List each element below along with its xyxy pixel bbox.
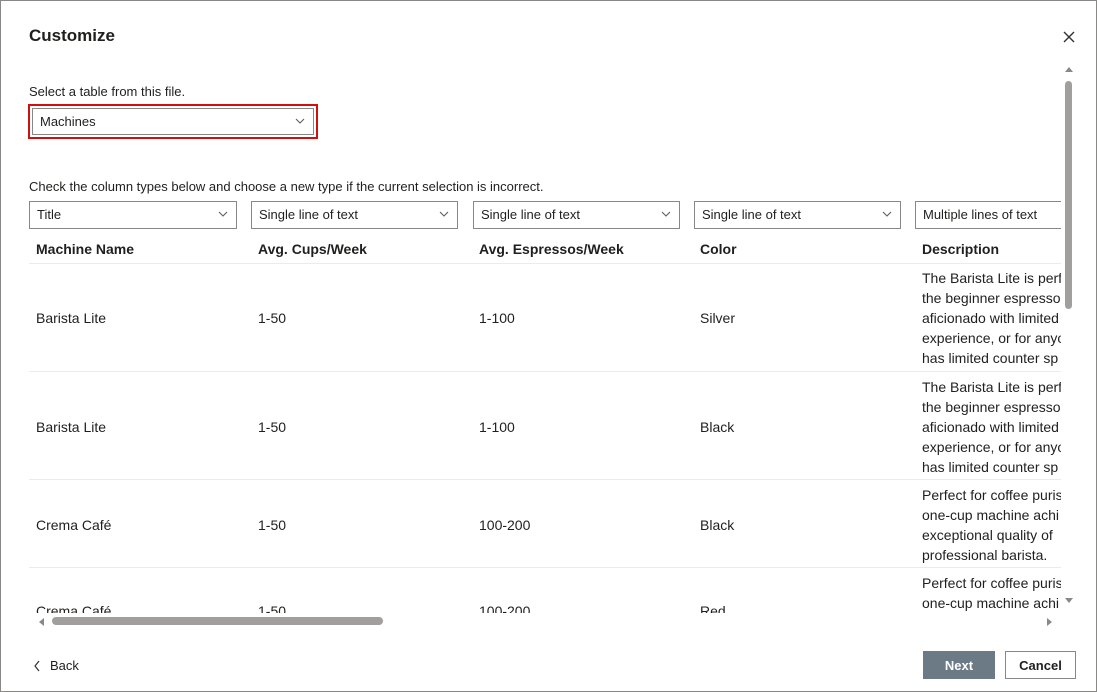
cell-description: The Barista Lite is perfe the beginner es… (922, 270, 1061, 366)
cell-espressos: 100-200 (479, 603, 531, 613)
table-select-value: Machines (40, 114, 96, 129)
column-type-select-5[interactable]: Multiple lines of text (915, 201, 1061, 229)
cell-cups: 1-50 (258, 603, 287, 613)
cell-machine-name: Crema Café (36, 603, 112, 613)
scroll-right-icon[interactable] (1046, 617, 1054, 627)
column-type-value: Multiple lines of text (923, 207, 1038, 222)
chevron-down-icon (218, 211, 228, 217)
column-type-select-2[interactable]: Single line of text (251, 201, 458, 229)
chevron-down-icon (661, 211, 671, 217)
row-divider (29, 371, 1061, 372)
column-header: Color (700, 241, 737, 257)
cell-espressos: 1-100 (479, 310, 515, 326)
preview-table: Title Single line of text Single line of… (29, 201, 1061, 613)
back-button[interactable]: Back (33, 658, 79, 673)
table-select-highlight: Machines (28, 104, 318, 139)
scroll-up-icon[interactable] (1064, 65, 1074, 73)
vertical-scroll-thumb[interactable] (1065, 81, 1072, 309)
cell-color: Red (700, 603, 726, 613)
dialog-title: Customize (29, 26, 115, 45)
column-type-value: Single line of text (702, 207, 802, 222)
close-icon[interactable] (1059, 27, 1079, 47)
row-divider (29, 567, 1061, 568)
next-button[interactable]: Next (923, 651, 995, 679)
chevron-down-icon (439, 211, 449, 217)
table-select-label: Select a table from this file. (29, 84, 186, 99)
cell-machine-name: Crema Café (36, 517, 112, 533)
column-header: Avg. Espressos/Week (479, 241, 624, 257)
table-select-dropdown[interactable]: Machines (32, 108, 314, 135)
vertical-scrollbar[interactable] (1062, 63, 1076, 608)
cell-description: Perfect for coffee puris one-cup machine … (922, 575, 1061, 611)
row-divider (29, 479, 1061, 480)
column-type-value: Title (37, 207, 62, 222)
cell-color: Silver (700, 310, 736, 326)
chevron-down-icon (295, 118, 305, 124)
column-type-select-3[interactable]: Single line of text (473, 201, 680, 229)
cell-espressos: 100-200 (479, 517, 531, 533)
back-label: Back (50, 658, 79, 673)
column-type-value: Single line of text (259, 207, 359, 222)
customize-dialog: Customize Select a table from this file.… (0, 0, 1097, 692)
column-types-instruction: Check the column types below and choose … (29, 179, 544, 194)
cell-color: Black (700, 419, 735, 435)
cell-description: Perfect for coffee puris one-cup machine … (922, 487, 1061, 563)
cell-cups: 1-50 (258, 517, 287, 533)
horizontal-scrollbar[interactable] (29, 613, 1061, 629)
chevron-down-icon (882, 211, 892, 217)
cell-color: Black (700, 517, 735, 533)
chevron-left-icon (34, 660, 40, 671)
cell-machine-name: Barista Lite (36, 310, 107, 326)
cell-espressos: 1-100 (479, 419, 515, 435)
column-header: Avg. Cups/Week (258, 241, 367, 257)
column-header: Description (922, 241, 1000, 257)
cell-machine-name: Barista Lite (36, 419, 107, 435)
column-type-select-1[interactable]: Title (29, 201, 237, 229)
cell-cups: 1-50 (258, 419, 287, 435)
scroll-down-icon[interactable] (1064, 597, 1074, 605)
column-type-select-4[interactable]: Single line of text (694, 201, 901, 229)
horizontal-scroll-thumb[interactable] (52, 617, 383, 625)
cell-cups: 1-50 (258, 310, 287, 326)
cell-description: The Barista Lite is perfe the beginner es… (922, 379, 1061, 475)
scroll-left-icon[interactable] (37, 617, 45, 627)
column-header: Machine Name (36, 241, 135, 257)
column-type-value: Single line of text (481, 207, 581, 222)
cancel-button[interactable]: Cancel (1005, 651, 1076, 679)
row-divider (29, 263, 1061, 264)
